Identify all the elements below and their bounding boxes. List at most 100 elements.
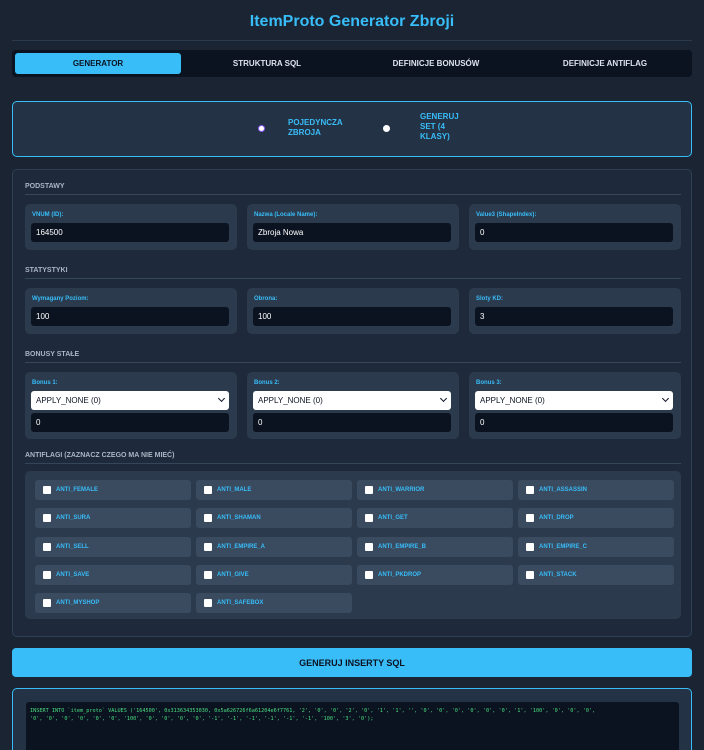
- mode-selector: POJEDYNCZA ZBROJA GENERUJ SET (4 KLASY): [12, 101, 692, 157]
- antiflag-item[interactable]: ANTI_SURA: [35, 508, 191, 528]
- bonus1-value-field[interactable]: 0: [31, 413, 229, 432]
- value3-card: Value3 (ShapeIndex): 0: [469, 204, 681, 250]
- antiflag-label: ANTI_SURA: [56, 515, 91, 521]
- checkbox[interactable]: [365, 571, 373, 579]
- checkbox[interactable]: [43, 486, 51, 494]
- checkbox[interactable]: [526, 486, 534, 494]
- name-field[interactable]: Zbroja Nowa: [253, 223, 451, 242]
- checkbox[interactable]: [43, 543, 51, 551]
- tab-definicje-antiflag[interactable]: DEFINICJE ANTIFLAG: [522, 53, 688, 74]
- chevron-down-icon: [661, 394, 670, 403]
- antiflag-item[interactable]: ANTI_PKDROP: [357, 565, 513, 585]
- section-title-antiflagi: ANTIFLAGI (ZAZNACZ CZEGO MA NIE MIEĆ): [25, 452, 175, 459]
- antiflag-item[interactable]: ANTI_ASSASSIN: [518, 480, 674, 500]
- antiflag-item[interactable]: ANTI_GET: [357, 508, 513, 528]
- checkbox[interactable]: [204, 514, 212, 522]
- checkbox[interactable]: [526, 543, 534, 551]
- slots-card: Sloty KD: 3: [469, 288, 681, 334]
- checkbox[interactable]: [204, 599, 212, 607]
- antiflag-label: ANTI_MALE: [217, 487, 252, 493]
- antiflag-label: ANTI_ASSASSIN: [539, 487, 588, 493]
- antiflag-item[interactable]: ANTI_EMPIRE_B: [357, 537, 513, 557]
- antiflag-item[interactable]: ANTI_SAFEBOX: [196, 593, 352, 613]
- antiflag-item[interactable]: ANTI_MYSHOP: [35, 593, 191, 613]
- antiflag-item[interactable]: ANTI_FEMALE: [35, 480, 191, 500]
- name-label: Nazwa (Locale Name):: [254, 212, 318, 218]
- bonus2-value-field[interactable]: 0: [253, 413, 451, 432]
- checkbox[interactable]: [365, 486, 373, 494]
- antiflag-label: ANTI_PKDROP: [378, 572, 422, 578]
- defense-field[interactable]: 100: [253, 307, 451, 326]
- slots-label: Sloty KD:: [476, 296, 503, 302]
- checkbox[interactable]: [204, 543, 212, 551]
- antiflag-item[interactable]: ANTI_GIVE: [196, 565, 352, 585]
- bonus1-label: Bonus 1:: [32, 380, 58, 386]
- defense-label: Obrona:: [254, 296, 278, 302]
- antiflag-label: ANTI_WARRIOR: [378, 487, 425, 493]
- antiflag-label: ANTI_SHAMAN: [217, 515, 261, 521]
- checkbox[interactable]: [43, 571, 51, 579]
- antiflag-item[interactable]: ANTI_EMPIRE_C: [518, 537, 674, 557]
- bonus3-select-value: APPLY_NONE (0): [480, 396, 545, 405]
- radio-set-label[interactable]: GENERUJ SET (4 KLASY): [420, 112, 459, 142]
- section-title-podstawy: PODSTAWY: [25, 183, 65, 190]
- antiflag-label: ANTI_STACK: [539, 572, 577, 578]
- bonus2-select[interactable]: APPLY_NONE (0): [253, 391, 451, 410]
- antiflag-item[interactable]: ANTI_SHAMAN: [196, 508, 352, 528]
- antiflag-item[interactable]: ANTI_DROP: [518, 508, 674, 528]
- checkbox[interactable]: [365, 543, 373, 551]
- antiflag-item[interactable]: ANTI_SAVE: [35, 565, 191, 585]
- vnum-card: VNUM (ID): 164500: [25, 204, 237, 250]
- tab-definicje-bonusow[interactable]: DEFINICJE BONUSÓW: [353, 53, 519, 74]
- defense-card: Obrona: 100: [247, 288, 459, 334]
- bonus1-select-value: APPLY_NONE (0): [36, 396, 101, 405]
- antiflag-item[interactable]: ANTI_SELL: [35, 537, 191, 557]
- checkbox[interactable]: [526, 514, 534, 522]
- page-title: ItemProto Generator Zbroji: [249, 13, 455, 30]
- radio-single-label[interactable]: POJEDYNCZA ZBROJA: [288, 118, 343, 138]
- bonus1-select[interactable]: APPLY_NONE (0): [31, 391, 229, 410]
- tab-struktura-sql[interactable]: STRUKTURA SQL: [184, 53, 350, 74]
- antiflag-label: ANTI_SAFEBOX: [217, 600, 264, 606]
- bonus3-label: Bonus 3:: [476, 380, 502, 386]
- level-label: Wymagany Poziom:: [32, 296, 89, 302]
- generate-sql-button[interactable]: GENERUJ INSERTY SQL: [12, 648, 692, 677]
- antiflag-label: ANTI_MYSHOP: [56, 600, 100, 606]
- bonus3-select[interactable]: APPLY_NONE (0): [475, 391, 673, 410]
- antiflag-label: ANTI_GIVE: [217, 572, 249, 578]
- tab-generator[interactable]: GENERATOR: [15, 53, 181, 74]
- section-divider: [25, 463, 681, 464]
- checkbox[interactable]: [43, 599, 51, 607]
- bonus2-select-value: APPLY_NONE (0): [258, 396, 323, 405]
- antiflag-item[interactable]: ANTI_MALE: [196, 480, 352, 500]
- antiflag-label: ANTI_SELL: [56, 544, 89, 550]
- checkbox[interactable]: [204, 571, 212, 579]
- level-field[interactable]: 100: [31, 307, 229, 326]
- antiflag-label: ANTI_FEMALE: [56, 487, 98, 493]
- sql-output[interactable]: INSERT INTO `item_proto` VALUES ('164500…: [26, 702, 679, 750]
- section-title-bonusy: BONUSY STAŁE: [25, 351, 80, 358]
- radio-single[interactable]: [258, 125, 265, 132]
- form-panel: PODSTAWY VNUM (ID): 164500 Nazwa (Locale…: [12, 169, 692, 637]
- slots-field[interactable]: 3: [475, 307, 673, 326]
- bonus1-card: Bonus 1: APPLY_NONE (0) 0: [25, 372, 237, 439]
- bonus3-value-field[interactable]: 0: [475, 413, 673, 432]
- antiflag-label: ANTI_GET: [378, 515, 408, 521]
- antiflag-label: ANTI_EMPIRE_C: [539, 544, 588, 550]
- checkbox[interactable]: [204, 486, 212, 494]
- value3-field[interactable]: 0: [475, 223, 673, 242]
- checkbox[interactable]: [526, 571, 534, 579]
- antiflags-grid: ANTI_FEMALE ANTI_MALE ANTI_WARRIOR ANTI_…: [25, 471, 681, 619]
- checkbox[interactable]: [365, 514, 373, 522]
- vnum-field[interactable]: 164500: [31, 223, 229, 242]
- bonus2-label: Bonus 2:: [254, 380, 280, 386]
- value3-label: Value3 (ShapeIndex):: [476, 212, 537, 218]
- antiflag-item[interactable]: ANTI_STACK: [518, 565, 674, 585]
- section-divider: [25, 194, 681, 195]
- bonus3-card: Bonus 3: APPLY_NONE (0) 0: [469, 372, 681, 439]
- antiflag-item[interactable]: ANTI_EMPIRE_A: [196, 537, 352, 557]
- antiflag-item[interactable]: ANTI_WARRIOR: [357, 480, 513, 500]
- radio-set[interactable]: [383, 125, 390, 132]
- checkbox[interactable]: [43, 514, 51, 522]
- vnum-label: VNUM (ID):: [32, 212, 64, 218]
